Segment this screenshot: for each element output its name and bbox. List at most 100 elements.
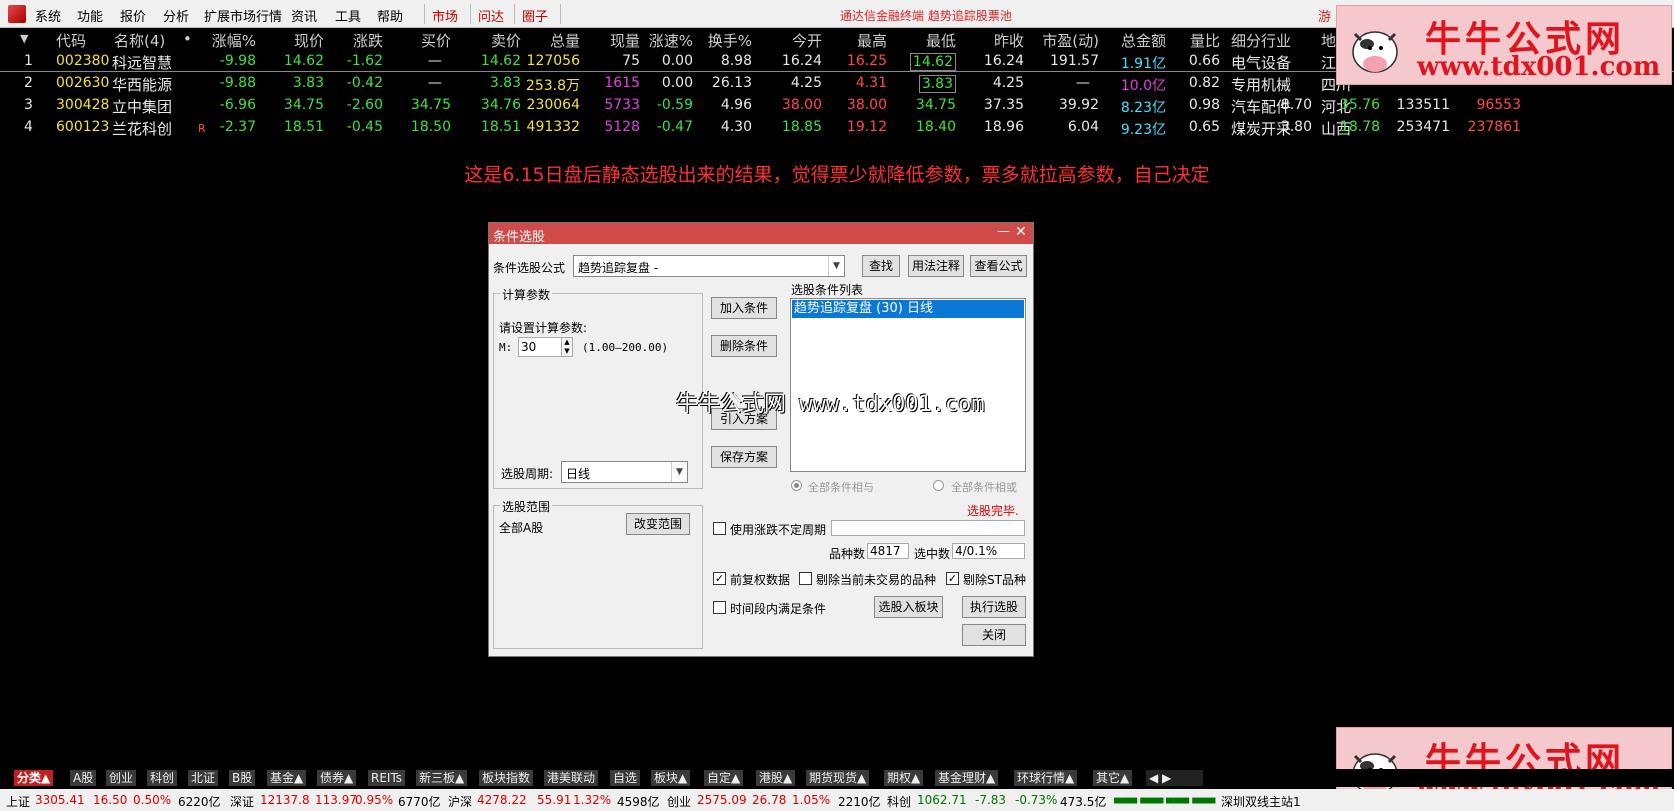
uncertain-period-checkbox[interactable] (713, 522, 726, 535)
remove-st-checkbox[interactable]: ✓ (946, 572, 959, 585)
tab-market[interactable]: 市场 (432, 6, 458, 25)
change: -0.45 (346, 119, 383, 135)
remove-untraded-checkbox[interactable] (799, 572, 812, 585)
hs-value: 4278.22 (477, 793, 527, 807)
pe: 6.04 (1067, 119, 1099, 135)
col-dot[interactable]: • (183, 30, 192, 48)
condition-list[interactable]: 趋势追踪复盘 (30) 日线 (790, 298, 1026, 472)
formula-select[interactable]: 趋势追踪复盘 - ▼ (573, 255, 845, 277)
col-ask[interactable]: 卖价 (491, 30, 521, 51)
spinner-icon[interactable]: ▲ ▼ (561, 337, 573, 357)
tab-bse[interactable]: 北证 (188, 770, 220, 786)
tab-circle[interactable]: 圈子 (522, 6, 548, 25)
cy-amount: 2210亿 (838, 795, 881, 809)
col-low[interactable]: 最低 (926, 30, 956, 51)
col-amount[interactable]: 总金额 (1121, 30, 1166, 51)
to-block-button[interactable]: 选股入板块 (874, 596, 943, 618)
execute-button[interactable]: 执行选股 (962, 596, 1026, 618)
tab-sector[interactable]: 板块▲ (651, 770, 692, 786)
view-formula-button[interactable]: 查看公式 (970, 255, 1027, 277)
amount: 1.91亿 (1120, 56, 1166, 72)
tab-star[interactable]: 科创 (147, 770, 179, 786)
col-turnover[interactable]: 换手% (708, 30, 752, 51)
tab-global[interactable]: 环球行情▲ (1014, 770, 1079, 786)
col-change[interactable]: 涨跌 (353, 30, 383, 51)
menu-ext-label[interactable]: 游 (1318, 6, 1331, 25)
period-select[interactable]: 日线 ▼ (561, 461, 688, 483)
tab-b-share[interactable]: B股 (229, 770, 257, 786)
tab-hk[interactable]: 港股▲ (756, 770, 797, 786)
menu-info[interactable]: 资讯 (291, 6, 317, 25)
col-code[interactable]: 代码 (56, 30, 86, 51)
tab-hk-us[interactable]: 港美联动 (544, 770, 600, 786)
param-m-input[interactable]: 30 (518, 337, 566, 357)
selected-label: 选中数 (914, 547, 951, 561)
table-row[interactable]: 3 300428 立中集团 -6.96 34.75 -2.60 34.75 34… (0, 94, 1674, 116)
list-item[interactable]: 趋势追踪复盘 (30) 日线 (792, 300, 1024, 318)
delete-condition-button[interactable]: 删除条件 (711, 335, 777, 357)
col-cur-vol[interactable]: 现量 (610, 30, 640, 51)
menu-system[interactable]: 系统 (35, 6, 61, 25)
menu-function[interactable]: 功能 (77, 6, 103, 25)
tab-options[interactable]: 期权▲ (884, 770, 925, 786)
tab-futures[interactable]: 期货现货▲ (806, 770, 871, 786)
usage-notes-button[interactable]: 用法注释 (908, 255, 964, 277)
col-high[interactable]: 最高 (857, 30, 887, 51)
tab-wenda[interactable]: 问达 (478, 6, 504, 25)
col-change-pct[interactable]: 涨幅% (212, 30, 256, 51)
col-bid[interactable]: 买价 (421, 30, 451, 51)
tab-reits[interactable]: REITs (368, 770, 407, 786)
find-button[interactable]: 查找 (862, 255, 900, 277)
col-industry[interactable]: 细分行业 (1231, 30, 1291, 51)
tab-bond[interactable]: 债券▲ (317, 770, 358, 786)
menu-analysis[interactable]: 分析 (163, 6, 189, 25)
radio-and[interactable] (791, 480, 802, 491)
radio-or[interactable] (933, 480, 944, 491)
col-speed[interactable]: 涨速% (649, 30, 693, 51)
add-condition-button[interactable]: 加入条件 (711, 297, 777, 319)
menu-help[interactable]: 帮助 (377, 6, 403, 25)
tab-other[interactable]: 其它▲ (1093, 770, 1134, 786)
tab-scroll-icon[interactable]: ◀ ▶ (1146, 770, 1204, 786)
cy-value: 2575.09 (697, 793, 747, 807)
time-range-checkbox[interactable] (713, 601, 726, 614)
menu-tools[interactable]: 工具 (335, 6, 361, 25)
table-row[interactable]: 4 600123 兰花科创 R -2.37 18.51 -0.45 18.50 … (0, 116, 1674, 138)
tab-custom[interactable]: 自定▲ (704, 770, 745, 786)
col-vol-ratio[interactable]: 量比 (1190, 30, 1220, 51)
save-plan-button[interactable]: 保存方案 (711, 446, 777, 468)
speed: -0.59 (656, 97, 693, 113)
change-scope-button[interactable]: 改变范围 (626, 513, 690, 535)
tab-neeq[interactable]: 新三板▲ (416, 770, 469, 786)
close-button[interactable]: 关闭 (962, 624, 1026, 646)
close-icon[interactable]: ✕ (1015, 224, 1027, 240)
col-price[interactable]: 现价 (294, 30, 324, 51)
menu-extended-market[interactable]: 扩展市场行情 (204, 6, 282, 25)
window-title: 通达信金融终端 趋势追踪股票池 (840, 9, 1012, 23)
tab-wealth[interactable]: 基金理财▲ (935, 770, 1000, 786)
col-pe[interactable]: 市盈(动) (1042, 30, 1099, 51)
change-pct: -9.98 (219, 53, 256, 69)
pre-adjust-checkbox[interactable]: ✓ (713, 572, 726, 585)
tab-chinext[interactable]: 创业 (106, 770, 138, 786)
chevron-down-icon[interactable]: ▼ (671, 462, 687, 482)
col-prev-close[interactable]: 昨收 (994, 30, 1024, 51)
col-volume[interactable]: 总量 (550, 30, 580, 51)
tab-sector-index[interactable]: 板块指数 (479, 770, 535, 786)
tab-a-share[interactable]: A股 (70, 770, 98, 786)
tab-category[interactable]: 分类▲ (14, 770, 55, 786)
menu-quote[interactable]: 报价 (120, 6, 146, 25)
dialog-titlebar[interactable]: 条件选股 — ✕ (489, 223, 1033, 245)
col-name[interactable]: 名称(4) (114, 30, 165, 51)
low: 18.40 (915, 119, 956, 135)
uncertain-period-field[interactable] (831, 520, 1025, 536)
sort-arrow-icon[interactable]: ▼ (20, 32, 28, 45)
server-label[interactable]: 深圳双线主站1 (1221, 793, 1301, 810)
col-open[interactable]: 今开 (792, 30, 822, 51)
tab-fund[interactable]: 基金▲ (267, 770, 308, 786)
minimize-icon[interactable]: — (997, 224, 1010, 239)
bid: 18.50 (410, 119, 451, 135)
tab-watchlist[interactable]: 自选 (610, 770, 642, 786)
chevron-down-icon[interactable]: ▼ (828, 256, 844, 276)
brand-url[interactable]: www.tdx001.com (1417, 52, 1660, 82)
